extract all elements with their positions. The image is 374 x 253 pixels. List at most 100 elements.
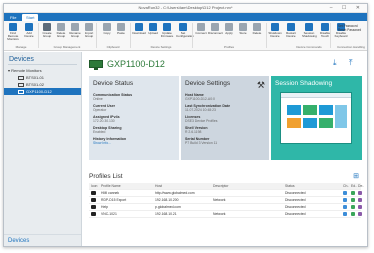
delete-button[interactable]: Delete bbox=[250, 23, 264, 35]
ribbon-button-label: Restart Device bbox=[286, 31, 296, 39]
connect-icon bbox=[197, 23, 205, 31]
table-row[interactable]: VNC-1021 192.168.10.21 Network Disconnected bbox=[89, 211, 364, 218]
sidebar-footer-devices[interactable]: Devices bbox=[4, 234, 81, 246]
apply-button[interactable]: Apply bbox=[222, 23, 236, 35]
ribbon-group-label: Connection Handling bbox=[337, 45, 365, 49]
edit-action-icon[interactable] bbox=[351, 198, 355, 203]
create-group-icon bbox=[43, 23, 51, 31]
ribbon-button-label: Delete Group bbox=[56, 31, 66, 39]
preview-tile bbox=[303, 118, 317, 128]
action-cell bbox=[343, 204, 349, 211]
find-remote-monitors-button[interactable]: Find Remote Monitors bbox=[6, 23, 20, 42]
shutdown-icon bbox=[271, 23, 279, 31]
ribbon-button-label: Paste bbox=[117, 31, 125, 35]
profile-status-cell: Disconnected bbox=[285, 205, 306, 209]
settings-field: Host Name GXP1100-D12-A0:0 bbox=[185, 93, 265, 101]
tab-start[interactable]: Start bbox=[22, 14, 39, 21]
tab-file[interactable]: File bbox=[6, 14, 20, 21]
sidebar-title: Devices bbox=[9, 56, 34, 63]
window-title: NovaRun32 - C:\Users\Iam\Desktop\D12 Pro… bbox=[138, 5, 233, 10]
download-icon[interactable]: ⤓ bbox=[333, 58, 337, 68]
action-cell bbox=[358, 211, 364, 218]
delete-action-icon[interactable] bbox=[358, 205, 362, 210]
sidebar-group-remote-monitors[interactable]: ▾ Remote Monitors bbox=[4, 67, 81, 74]
paste-button[interactable]: Paste bbox=[114, 23, 128, 35]
create-group-button[interactable]: Create Group bbox=[40, 23, 54, 38]
show-info-link[interactable]: Show Info... bbox=[93, 141, 175, 145]
connect-button[interactable]: Connect bbox=[194, 23, 208, 35]
session-shadowing-panel[interactable]: Session Shadowing bbox=[271, 76, 362, 160]
edit-action-icon[interactable] bbox=[351, 191, 355, 196]
field-value: GXP1100-D12-A0:0 bbox=[185, 97, 215, 101]
delete-action-icon[interactable] bbox=[358, 198, 362, 203]
ribbon-separator bbox=[192, 23, 193, 48]
column-header[interactable]: De.. bbox=[358, 183, 364, 190]
session-preview-thumbnail[interactable] bbox=[280, 92, 352, 144]
column-header[interactable]: Status bbox=[285, 183, 341, 190]
column-header[interactable]: Profile Name bbox=[101, 183, 147, 190]
update-firmware-button[interactable]: Update Firmware bbox=[160, 23, 174, 38]
sidebar-item-bts01-01[interactable]: BTS01-01 bbox=[4, 74, 81, 81]
device-settings-panel[interactable]: Device Settings ⚒ Host Name GXP1100-D12-A… bbox=[181, 76, 269, 160]
delete-action-icon[interactable] bbox=[358, 212, 362, 217]
table-header-row: Icon Profile Name Host Descriptor Status… bbox=[89, 183, 364, 190]
settings-field: Shell Version R 2.6.1198 bbox=[185, 126, 265, 134]
window-controls[interactable]: – ☐ ✕ bbox=[330, 5, 364, 11]
connect-action-icon[interactable] bbox=[343, 212, 347, 217]
column-header[interactable]: Icon bbox=[91, 183, 99, 190]
sidebar-item-label: BTS01-02 bbox=[26, 82, 45, 87]
action-cell bbox=[358, 190, 364, 197]
profiles-list-title: Profiles List bbox=[89, 173, 123, 180]
reset-password-button[interactable]: Reset Password bbox=[338, 28, 367, 32]
ribbon-button-label: Delete bbox=[252, 31, 262, 35]
sidebar-item-gxp1100-d12[interactable]: GXP1100-D12 bbox=[4, 88, 81, 95]
profile-host-cell: 192.168.10.21 bbox=[155, 212, 177, 216]
field-value: DSE3 Device Profiles bbox=[185, 119, 218, 123]
set-configuration-button[interactable]: Set Configuration bbox=[176, 23, 194, 38]
add-profile-icon[interactable]: ⊞ bbox=[353, 172, 359, 180]
import-group-button[interactable]: Import Group bbox=[82, 23, 96, 38]
sidebar-divider bbox=[8, 64, 77, 65]
ribbon-button-label: Find Remote Monitors bbox=[7, 31, 19, 42]
disconnect-button[interactable]: Disconnect bbox=[208, 23, 223, 35]
table-row[interactable]: RDP-D15 Export 192.168.10.200 Network Disco… bbox=[89, 197, 364, 204]
paste-icon bbox=[117, 23, 125, 31]
profile-type-icon bbox=[91, 191, 96, 196]
upload-icon[interactable]: ⤒ bbox=[349, 58, 353, 68]
preview-tile bbox=[287, 118, 301, 128]
download-icon bbox=[135, 23, 143, 31]
column-header[interactable]: Descriptor bbox=[213, 183, 269, 190]
device-status-panel: Device Status Communication Status Online… bbox=[89, 76, 179, 160]
store-button[interactable]: Store bbox=[236, 23, 250, 35]
edit-action-icon[interactable] bbox=[351, 205, 355, 210]
copy-icon bbox=[103, 23, 111, 31]
upload-button[interactable]: Upload bbox=[146, 23, 160, 35]
column-header[interactable]: Ch.. bbox=[343, 183, 349, 190]
add-device-button[interactable]: Add Device bbox=[22, 23, 36, 38]
download-button[interactable]: Download bbox=[132, 23, 146, 35]
connect-action-icon[interactable] bbox=[343, 191, 347, 196]
connect-action-icon[interactable] bbox=[343, 205, 347, 210]
copy-button[interactable]: Copy bbox=[100, 23, 114, 35]
title-bar: NovaRun32 - C:\Users\Iam\Desktop\D12 Pro… bbox=[4, 4, 367, 13]
tools-icon[interactable]: ⚒ bbox=[257, 80, 265, 91]
delete-action-icon[interactable] bbox=[358, 191, 362, 196]
sidebar-group-label: Remote Monitors bbox=[11, 68, 42, 73]
import-group-icon bbox=[85, 23, 93, 31]
table-row[interactable]: HMI cannek http://www.globalmed.com Discon… bbox=[89, 190, 364, 197]
delete-group-button[interactable]: Delete Group bbox=[54, 23, 68, 38]
ribbon-separator bbox=[38, 23, 39, 48]
table-row[interactable]: Help p.globalmed.com Disconnected bbox=[89, 204, 362, 211]
action-cell bbox=[343, 190, 349, 197]
shutdown-device-button[interactable]: Shutdown Device bbox=[268, 23, 282, 38]
ribbon-separator bbox=[130, 23, 131, 48]
column-header[interactable]: Host bbox=[155, 183, 209, 190]
rename-group-button[interactable]: Rename Group bbox=[68, 23, 82, 38]
column-header[interactable]: Ed.. bbox=[351, 183, 357, 190]
action-cell bbox=[358, 197, 364, 204]
connect-action-icon[interactable] bbox=[343, 198, 347, 203]
session-shadowing-button[interactable]: Session Shadowing bbox=[302, 23, 317, 38]
sidebar-item-bts01-02[interactable]: BTS01-02 bbox=[4, 81, 81, 88]
edit-action-icon[interactable] bbox=[351, 212, 355, 217]
restart-device-button[interactable]: Restart Device bbox=[284, 23, 298, 38]
